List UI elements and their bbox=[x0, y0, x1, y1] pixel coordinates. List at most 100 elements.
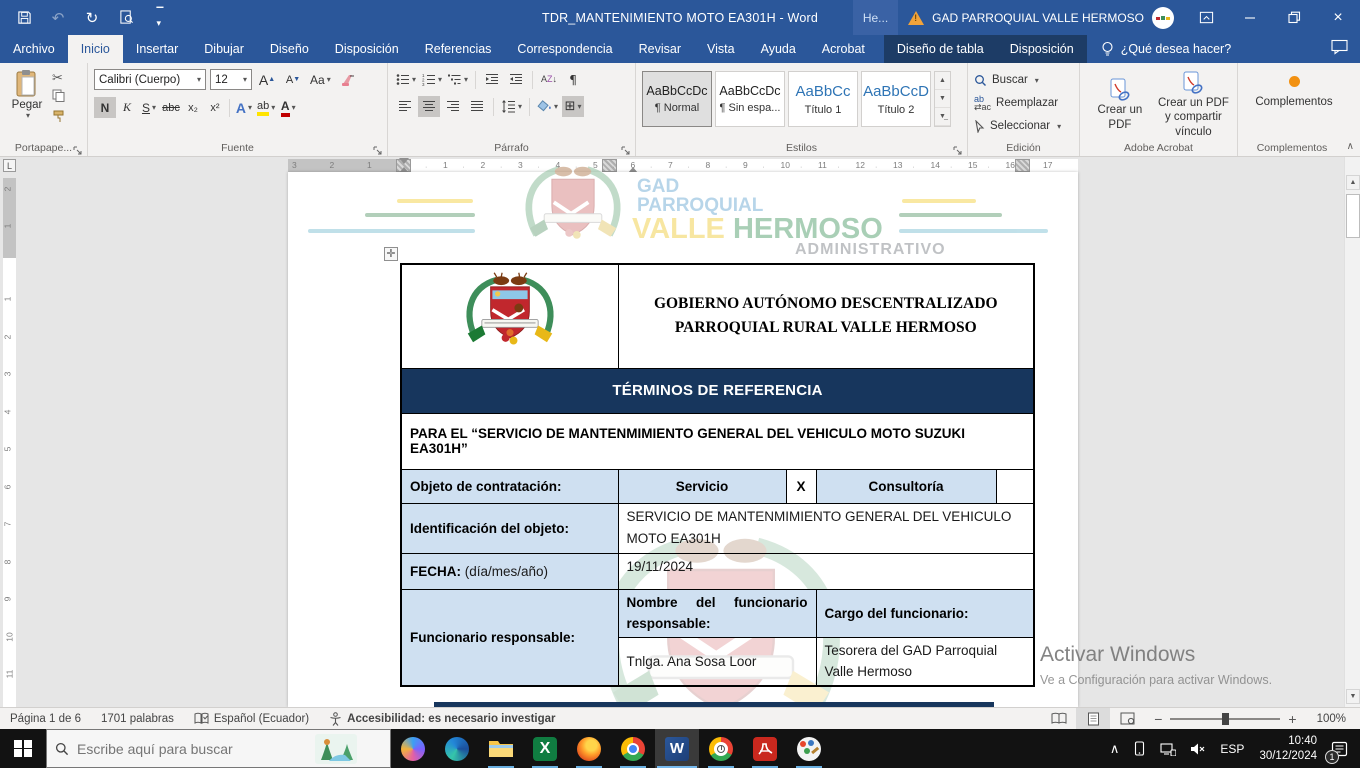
style-normal[interactable]: AaBbCcDc ¶ Normal bbox=[642, 71, 712, 127]
paragraph-dialog-launcher[interactable] bbox=[621, 143, 631, 153]
taskbar-chrome-icon[interactable] bbox=[611, 729, 655, 768]
font-size-select[interactable]: 12▾ bbox=[210, 69, 252, 90]
tab-inicio[interactable]: Inicio bbox=[68, 35, 123, 63]
zoom-in-icon[interactable]: + bbox=[1288, 711, 1296, 727]
tray-clock[interactable]: 10:40 30/12/2024 bbox=[1251, 734, 1325, 763]
strikethrough-button[interactable]: abc bbox=[160, 97, 182, 118]
first-line-indent-marker[interactable] bbox=[399, 158, 409, 164]
zoom-level[interactable]: 100% bbox=[1307, 708, 1360, 729]
highlight-button[interactable]: ab▾ bbox=[255, 97, 277, 118]
align-right-button[interactable] bbox=[442, 96, 464, 117]
taskbar-excel-icon[interactable]: X bbox=[523, 729, 567, 768]
bold-button[interactable]: N bbox=[94, 97, 116, 118]
italic-button[interactable]: K bbox=[116, 97, 138, 118]
taskbar-explorer-icon[interactable] bbox=[479, 729, 523, 768]
scroll-up-icon[interactable]: ▲ bbox=[1346, 175, 1360, 190]
web-layout-icon[interactable] bbox=[1110, 708, 1144, 729]
tray-volume-muted-icon[interactable] bbox=[1183, 729, 1213, 768]
scroll-down-icon[interactable]: ▼ bbox=[1346, 689, 1360, 704]
create-pdf-share-button[interactable]: Crear un PDF y compartir vínculo bbox=[1154, 67, 1233, 139]
print-preview-icon[interactable] bbox=[116, 8, 136, 28]
vertical-ruler[interactable]: 21 1234567891011 bbox=[3, 178, 16, 707]
tab-selector[interactable]: L bbox=[3, 159, 16, 172]
underline-button[interactable]: S▾ bbox=[138, 97, 160, 118]
style-titulo2[interactable]: AaBbCcD Título 2 bbox=[861, 71, 931, 127]
taskbar-copilot-icon[interactable] bbox=[391, 729, 435, 768]
read-mode-icon[interactable] bbox=[1042, 708, 1076, 729]
styles-scrollbar[interactable]: ▲▼▼̲ bbox=[934, 71, 951, 127]
tab-disposicion[interactable]: Disposición bbox=[322, 35, 412, 63]
horizontal-ruler[interactable]: 321 1·2·3·4·5·6·7·8·9·10·11·12·13·14·15·… bbox=[288, 159, 1078, 172]
tab-acrobat[interactable]: Acrobat bbox=[809, 35, 878, 63]
zoom-slider[interactable]: − + bbox=[1144, 711, 1306, 727]
taskbar-firefox-icon[interactable] bbox=[567, 729, 611, 768]
restore-button[interactable] bbox=[1272, 0, 1316, 35]
taskbar-acrobat-icon[interactable] bbox=[743, 729, 787, 768]
shrink-font-button[interactable]: A▼ bbox=[282, 69, 304, 90]
document-page[interactable]: GAD PARROQUIAL VALLE HERMOSO ADMINISTRAT… bbox=[288, 172, 1078, 707]
font-color-button[interactable]: A▾ bbox=[277, 97, 299, 118]
change-case-button[interactable]: Aa▾ bbox=[308, 69, 333, 90]
scrollbar-thumb[interactable] bbox=[1346, 194, 1360, 238]
taskbar-chrome-app-icon[interactable] bbox=[699, 729, 743, 768]
tab-dibujar[interactable]: Dibujar bbox=[191, 35, 257, 63]
text-effects-button[interactable]: A▾ bbox=[233, 97, 255, 118]
align-left-button[interactable] bbox=[394, 96, 416, 117]
increase-indent-button[interactable] bbox=[505, 69, 527, 90]
replace-button[interactable]: ab⇄ac Reemplazar bbox=[974, 93, 1075, 113]
copy-icon[interactable] bbox=[52, 89, 65, 107]
table-move-handle[interactable]: ✛ bbox=[384, 247, 398, 261]
sort-button[interactable]: AZ↓ bbox=[538, 69, 560, 90]
borders-button[interactable]: ⊞▾ bbox=[562, 96, 584, 117]
search-input[interactable] bbox=[77, 741, 307, 757]
avatar[interactable] bbox=[1152, 7, 1174, 29]
notification-center-icon[interactable]: 1 bbox=[1325, 729, 1360, 768]
tray-network-icon[interactable] bbox=[1153, 729, 1183, 768]
decrease-indent-button[interactable] bbox=[481, 69, 503, 90]
close-button[interactable]: × bbox=[1316, 0, 1360, 35]
save-icon[interactable] bbox=[14, 8, 34, 28]
styles-dialog-launcher[interactable] bbox=[953, 143, 963, 153]
tab-insertar[interactable]: Insertar bbox=[123, 35, 191, 63]
ribbon-display-options-icon[interactable] bbox=[1184, 0, 1228, 35]
taskbar-search[interactable] bbox=[46, 729, 391, 768]
table-column-marker[interactable] bbox=[1015, 159, 1030, 172]
proofing-status[interactable]: Español (Ecuador) bbox=[184, 708, 319, 729]
tab-archivo[interactable]: Archivo bbox=[0, 35, 68, 63]
align-center-button[interactable] bbox=[418, 96, 440, 117]
tab-revisar[interactable]: Revisar bbox=[626, 35, 694, 63]
minimize-button[interactable] bbox=[1228, 0, 1272, 35]
tab-diseno-de-tabla[interactable]: Diseño de tabla bbox=[884, 35, 997, 63]
shading-button[interactable]: ▾ bbox=[535, 96, 560, 117]
page-indicator[interactable]: Página 1 de 6 bbox=[0, 708, 91, 729]
cut-icon[interactable]: ✂ bbox=[52, 71, 65, 86]
font-name-select[interactable]: Calibri (Cuerpo)▾ bbox=[94, 69, 206, 90]
start-button[interactable] bbox=[0, 729, 46, 768]
superscript-button[interactable]: x² bbox=[204, 97, 226, 118]
undo-icon[interactable]: ↶ bbox=[48, 8, 68, 28]
customize-qat-icon[interactable]: ▔▾ bbox=[150, 8, 170, 28]
show-marks-button[interactable]: ¶ bbox=[562, 69, 584, 90]
word-count[interactable]: 1701 palabras bbox=[91, 708, 184, 729]
tab-vista[interactable]: Vista bbox=[694, 35, 748, 63]
accessibility-status[interactable]: Accesibilidad: es necesario investigar bbox=[319, 708, 565, 729]
vertical-scrollbar[interactable]: ▲ ▼ bbox=[1344, 157, 1360, 707]
clear-formatting-button[interactable] bbox=[337, 69, 359, 90]
account-area[interactable]: ! GAD PARROQUIAL VALLE HERMOSO bbox=[898, 0, 1184, 35]
tray-phone-icon[interactable] bbox=[1126, 729, 1153, 768]
tab-referencias[interactable]: Referencias bbox=[412, 35, 505, 63]
search-highlight-image[interactable] bbox=[315, 734, 357, 764]
bullets-button[interactable]: ▾ bbox=[394, 69, 418, 90]
select-button[interactable]: Seleccionar▾ bbox=[974, 116, 1075, 136]
multilevel-list-button[interactable]: ▾ bbox=[446, 69, 470, 90]
feedback-icon[interactable] bbox=[1331, 39, 1348, 58]
paste-button[interactable]: Pegar▾ bbox=[6, 69, 48, 133]
tab-disposicion-tabla[interactable]: Disposición bbox=[997, 35, 1087, 63]
zoom-thumb[interactable] bbox=[1222, 713, 1229, 725]
justify-button[interactable] bbox=[466, 96, 488, 117]
taskbar-paint-icon[interactable] bbox=[787, 729, 831, 768]
tell-me-box[interactable]: ¿Qué desea hacer? bbox=[1087, 35, 1246, 63]
find-button[interactable]: Buscar▾ bbox=[974, 70, 1075, 90]
line-spacing-button[interactable]: ▾ bbox=[499, 96, 524, 117]
style-sin-espaciado[interactable]: AaBbCcDc ¶ Sin espa... bbox=[715, 71, 785, 127]
